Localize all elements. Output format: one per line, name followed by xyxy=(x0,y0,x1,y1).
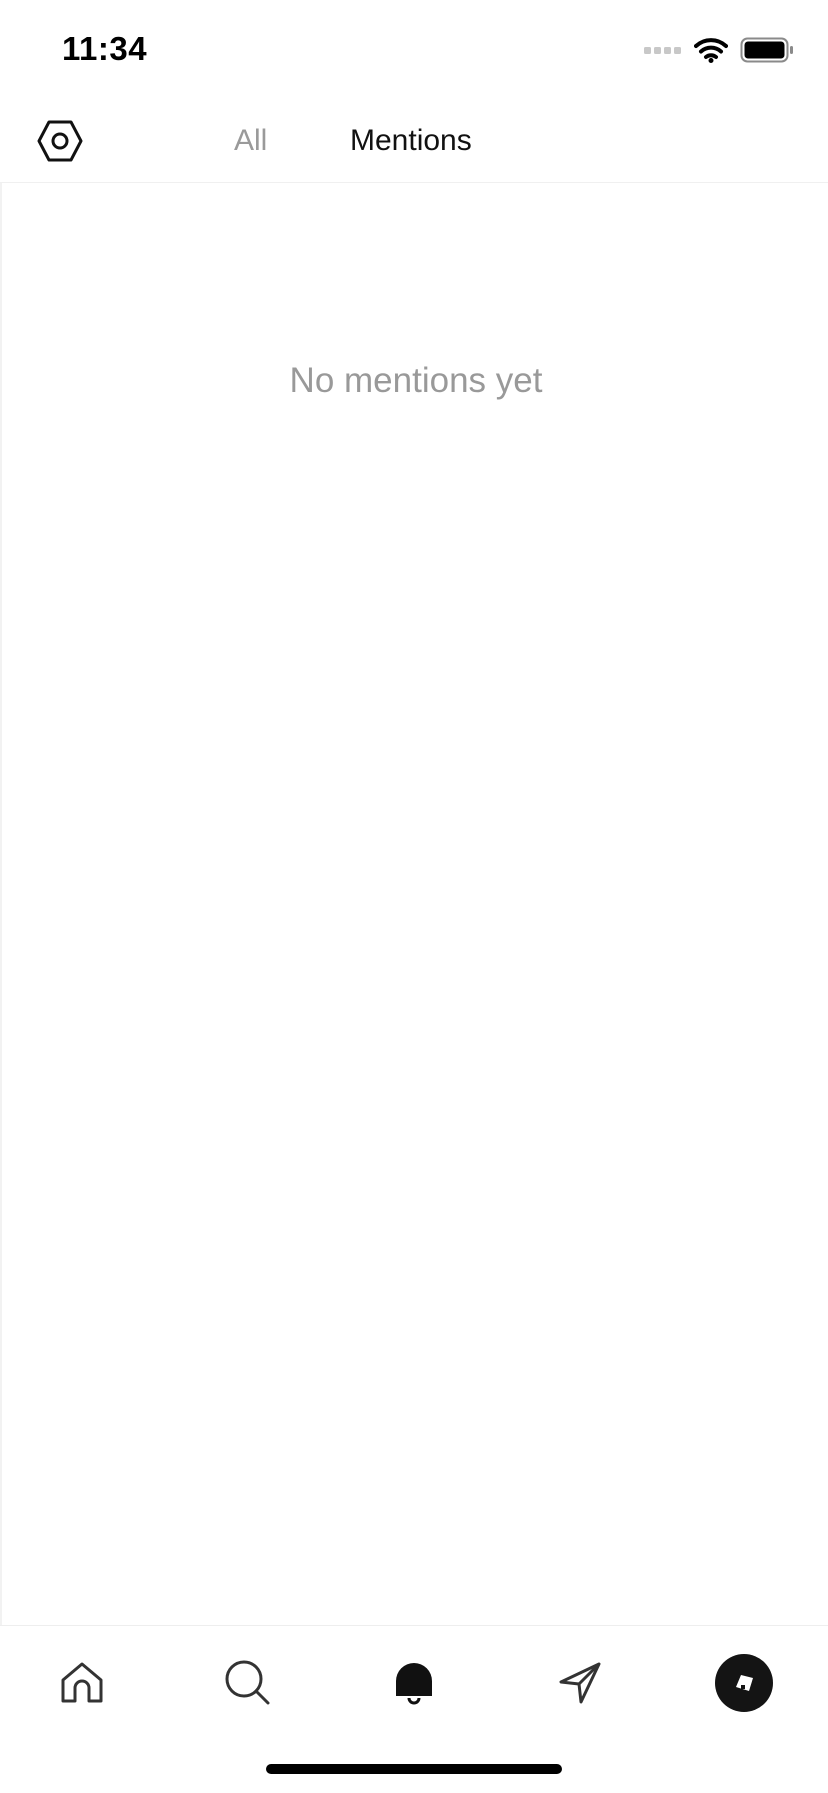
send-icon xyxy=(559,1662,601,1704)
empty-state-message: No mentions yet xyxy=(289,361,543,400)
status-icons xyxy=(644,36,794,64)
profile-icon xyxy=(736,1675,753,1691)
notifications-content: No mentions yet xyxy=(0,183,828,1625)
header: All Mentions xyxy=(0,100,828,183)
bottom-tab-bar xyxy=(0,1625,828,1793)
bell-icon xyxy=(396,1663,432,1705)
tab-messages[interactable] xyxy=(550,1653,610,1713)
home-icon xyxy=(61,1662,103,1703)
tab-mentions[interactable]: Mentions xyxy=(350,122,472,160)
tab-notifications[interactable] xyxy=(384,1653,444,1713)
battery-icon xyxy=(740,37,793,63)
tab-search[interactable] xyxy=(218,1653,278,1713)
tab-profile[interactable] xyxy=(715,1654,773,1712)
hexagon-settings-icon xyxy=(37,120,83,162)
wifi-icon xyxy=(694,38,728,63)
home-indicator xyxy=(266,1764,562,1774)
tab-all[interactable]: All xyxy=(234,122,267,160)
status-time: 11:34 xyxy=(62,30,148,67)
settings-button[interactable] xyxy=(34,118,86,164)
search-icon xyxy=(225,1660,270,1705)
tab-home[interactable] xyxy=(52,1653,112,1713)
status-bar: 11:34 xyxy=(0,0,828,100)
signal-icon xyxy=(644,47,681,54)
